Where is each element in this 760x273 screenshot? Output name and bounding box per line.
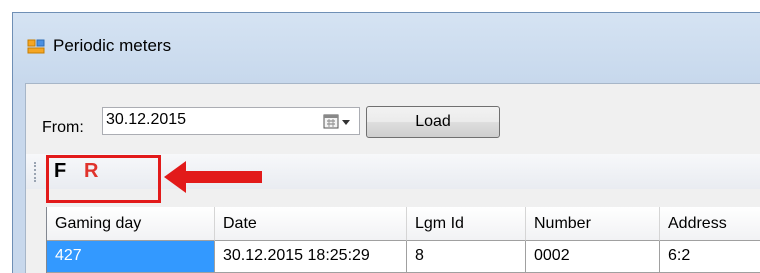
column-header-date[interactable]: Date bbox=[215, 207, 407, 241]
app-window-icon bbox=[27, 39, 45, 54]
periodic-meters-window: Periodic meters From: 30.12.2015 Load F … bbox=[12, 12, 760, 273]
cell-lgm-id[interactable]: 8 bbox=[407, 241, 526, 273]
load-button[interactable]: Load bbox=[366, 106, 500, 138]
column-header-gaming-day[interactable]: Gaming day bbox=[47, 207, 215, 241]
from-label: From: bbox=[42, 119, 84, 136]
cell-number[interactable]: 0002 bbox=[526, 241, 660, 273]
cell-gaming-day[interactable]: 427 bbox=[47, 241, 215, 273]
column-header-number[interactable]: Number bbox=[526, 207, 660, 241]
column-header-lgm-id[interactable]: Lgm Id bbox=[407, 207, 526, 241]
column-header-address[interactable]: Address bbox=[660, 207, 760, 241]
meters-grid: Gaming day Date Lgm Id Number Address 42… bbox=[46, 207, 760, 273]
cell-address[interactable]: 6:2 bbox=[660, 241, 760, 273]
grid-header: Gaming day Date Lgm Id Number Address bbox=[47, 207, 760, 241]
from-date-picker[interactable]: 30.12.2015 bbox=[102, 107, 360, 135]
client-area: From: 30.12.2015 Load F R Gaming day Dat… bbox=[25, 83, 760, 273]
calendar-dropdown-icon[interactable] bbox=[323, 114, 353, 130]
from-date-value[interactable]: 30.12.2015 bbox=[106, 111, 186, 129]
title-bar: Periodic meters bbox=[13, 13, 760, 83]
highlight-box bbox=[46, 155, 161, 203]
left-arrow-icon bbox=[164, 161, 262, 193]
toolbar-grip[interactable] bbox=[34, 162, 38, 182]
cell-date[interactable]: 30.12.2015 18:25:29 bbox=[215, 241, 407, 273]
table-row[interactable]: 427 30.12.2015 18:25:29 8 0002 6:2 bbox=[47, 241, 760, 273]
window-title: Periodic meters bbox=[53, 36, 172, 55]
